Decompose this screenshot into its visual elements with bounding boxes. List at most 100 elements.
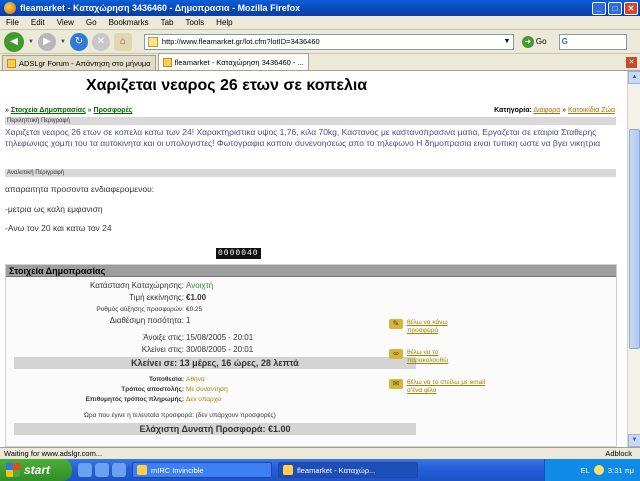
location-value: Αθηνα — [186, 376, 205, 383]
crumb-separator: » — [5, 107, 9, 114]
email-friend-label: θέλω να το στείλω με email σ'ένα φίλο — [407, 379, 486, 394]
closes-label: Κλείνει στις: — [141, 345, 184, 354]
go-button[interactable]: ➜ Go — [521, 35, 547, 48]
binoculars-icon: ∞ — [389, 349, 403, 359]
location-label: Τοποθεσία: — [148, 376, 184, 383]
close-tab-icon[interactable]: ✕ — [626, 57, 637, 68]
reload-icon[interactable]: ↻ — [69, 32, 88, 51]
forward-dropdown-icon[interactable]: ▼ — [60, 39, 66, 45]
start-price-label: Τιμή εκκίνησης: — [129, 293, 184, 302]
scroll-up-icon[interactable]: ▲ — [628, 71, 640, 84]
email-icon: ✉ — [389, 379, 403, 389]
tab-adslgr[interactable]: ADSLgr Forum - Απάντηση στο μήνυμα — [2, 55, 156, 70]
menu-bar: File Edit View Go Bookmarks Tab Tools He… — [0, 16, 640, 30]
make-offer-link[interactable]: ✎ θέλω να κάνω προσφορά — [389, 319, 463, 335]
tab-favicon-icon — [162, 57, 172, 67]
url-dropdown-icon[interactable]: ▼ — [501, 38, 513, 45]
category-link-misc[interactable]: Διάφορα — [533, 107, 560, 114]
scroll-thumb[interactable] — [629, 129, 640, 349]
quick-launch-icon[interactable] — [112, 463, 126, 477]
home-icon[interactable]: ⌂ — [113, 32, 132, 51]
quantity-label: Διαθέσιμη ποσότητα: — [109, 316, 184, 325]
offers-link[interactable]: Προσφορές — [94, 107, 133, 114]
maximize-button[interactable]: □ — [608, 1, 622, 15]
stop-icon[interactable]: ✕ — [91, 32, 110, 51]
back-dropdown-icon[interactable]: ▼ — [28, 39, 34, 45]
shipping-value: Με συναντηση — [186, 386, 228, 393]
tab-label: fleamarket - Καταχώρηση 3436460 - ... — [174, 57, 304, 67]
url-input[interactable]: http://www.fleamarket.gr/lot.cfm?lotID=3… — [162, 37, 501, 46]
quick-launch-icon[interactable] — [95, 463, 109, 477]
status-bar: Waiting for www.adslgr.com... Adblock — [0, 447, 640, 459]
menu-help[interactable]: Help — [216, 18, 232, 27]
watch-link[interactable]: ∞ θέλω να το παρακολουθώ — [389, 349, 463, 365]
bid-step-label: Ρυθμός αύξησης προσφορών: — [96, 306, 184, 313]
back-arrow-icon[interactable]: ◀ — [4, 31, 24, 52]
menu-go[interactable]: Go — [86, 18, 97, 27]
breadcrumb: » Στοιχεία Δημοπρασίας » Προσφορές Κατηγ… — [5, 107, 615, 114]
last-offer-time: Ώρα που έγινε η τελευταία προσφορά: (δεν… — [84, 412, 276, 419]
window-titlebar: fleamarket - Καταχώρηση 3436460 - Δημοπρ… — [0, 0, 640, 16]
category-label: Κατηγορία: — [494, 107, 532, 114]
short-description-header: Περιληπτική Περιγραφή — [5, 117, 616, 125]
status-value: Ανοιχτή — [186, 281, 214, 290]
vertical-scrollbar[interactable]: ▲ ▼ — [627, 71, 640, 447]
tab-label: ADSLgr Forum - Απάντηση στο μήνυμα — [19, 58, 151, 68]
minimize-button[interactable]: _ — [592, 1, 606, 15]
crumb-separator: » — [562, 107, 567, 114]
tray-icon[interactable] — [593, 465, 604, 475]
short-description: Χαριζεται νεαρος 26 ετων σε κοπελα κατω … — [5, 127, 601, 148]
quick-launch — [78, 463, 126, 477]
task-label: fleamarket - Καταχώρ... — [297, 465, 376, 475]
long-description-line: απαραιτητα προσοντα ενδιαφερομενου: — [5, 184, 155, 194]
menu-bookmarks[interactable]: Bookmarks — [109, 18, 149, 27]
go-arrow-icon: ➜ — [521, 35, 534, 48]
menu-tools[interactable]: Tools — [185, 18, 204, 27]
menu-edit[interactable]: Edit — [31, 18, 45, 27]
closes-value: 30/08/2005 - 20:01 — [186, 345, 254, 354]
status-text: Waiting for www.adslgr.com... — [4, 449, 103, 458]
close-button[interactable]: ✕ — [624, 1, 638, 15]
menu-view[interactable]: View — [57, 18, 74, 27]
listing-title: Χαριζεται νεαρος 26 ετων σε κοπελια — [86, 77, 368, 94]
quick-launch-icon[interactable] — [78, 463, 92, 477]
window-title: fleamarket - Καταχώρηση 3436460 - Δημοπρ… — [20, 3, 301, 13]
auction-details-panel: Στοιχεία Δημοπρασίας Κατάσταση Καταχώρησ… — [5, 264, 617, 447]
auction-details-header: Στοιχεία Δημοπρασίας — [6, 265, 616, 277]
email-friend-link[interactable]: ✉ θέλω να το στείλω με email σ'ένα φίλο — [389, 379, 487, 395]
bid-step-value: €0.25 — [186, 306, 203, 313]
make-offer-label: θέλω να κάνω προσφορά — [407, 319, 448, 334]
search-input[interactable]: G — [558, 33, 627, 50]
navigation-toolbar: ◀ ▼ ▶ ▼ ↻ ✕ ⌂ http://www.fleamarket.gr/l… — [0, 30, 640, 54]
mirc-icon — [137, 465, 147, 475]
opened-label: Άνοιξε στις: — [143, 333, 184, 342]
tab-favicon-icon — [7, 58, 16, 68]
taskbar-mirc[interactable]: mIRC Invincible — [132, 462, 272, 478]
taskbar-firefox[interactable]: fleamarket - Καταχώρ... — [278, 462, 418, 478]
page-icon — [147, 36, 158, 47]
tab-fleamarket[interactable]: fleamarket - Καταχώρηση 3436460 - ... — [157, 53, 309, 70]
start-label: start — [24, 463, 51, 477]
menu-tab[interactable]: Tab — [161, 18, 174, 27]
language-indicator[interactable]: EL — [581, 466, 590, 475]
long-description-line: -μετρια ως καλη εμφανιση — [5, 204, 103, 214]
task-label: mIRC Invincible — [151, 465, 204, 475]
long-description-line: -Ανω τον 20 και κατω τον 24 — [5, 223, 112, 233]
go-label: Go — [535, 37, 547, 46]
start-price-value: €1.00 — [186, 293, 207, 302]
auction-info-link[interactable]: Στοιχεία Δημοπρασίας — [11, 107, 86, 114]
crumb-separator: » — [87, 107, 92, 114]
system-tray: EL 3:31 πμ — [544, 459, 640, 481]
menu-file[interactable]: File — [6, 18, 19, 27]
start-button[interactable]: start — [0, 459, 72, 481]
long-description-header: Αναλυτική Περιγραφή — [5, 169, 616, 177]
windows-taskbar: start mIRC Invincible fleamarket - Καταχ… — [0, 459, 640, 481]
category-link-pets[interactable]: Κατοικίδια Ζώα — [568, 107, 615, 114]
scroll-down-icon[interactable]: ▼ — [628, 434, 640, 447]
adblock-button[interactable]: Adblock — [605, 449, 640, 458]
windows-logo-icon — [6, 463, 20, 477]
page-viewport: Χαριζεται νεαρος 26 ετων σε κοπελια » Στ… — [0, 71, 627, 447]
firefox-icon — [4, 2, 16, 14]
forward-arrow-icon[interactable]: ▶ — [37, 32, 56, 51]
address-bar[interactable]: http://www.fleamarket.gr/lot.cfm?lotID=3… — [143, 33, 514, 50]
